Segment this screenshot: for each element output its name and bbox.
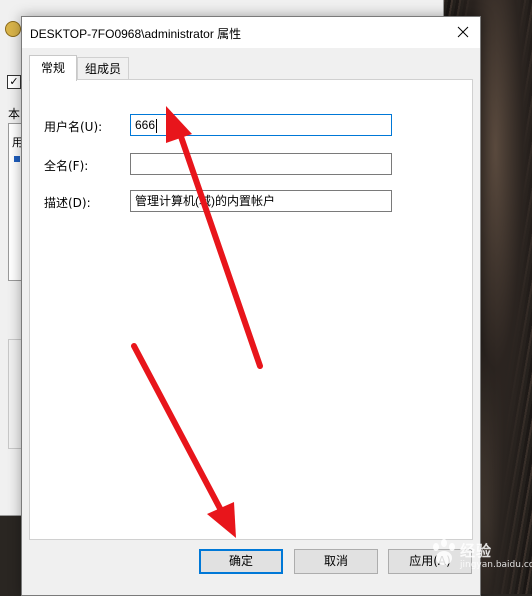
text-caret	[156, 118, 158, 133]
close-icon	[457, 26, 469, 38]
title-bar: DESKTOP-7FO0968\administrator 属性	[22, 17, 480, 48]
watermark: 经验 jingyan.baidu.com	[430, 538, 532, 578]
cancel-button[interactable]: 取消	[294, 549, 378, 574]
tab-general[interactable]: 常规	[29, 55, 77, 81]
parent-listbox[interactable]: 用	[8, 123, 23, 281]
parent-window-icon	[5, 21, 21, 37]
description-label: 描述(D):	[44, 196, 91, 210]
parent-partial-label: 本	[8, 107, 21, 121]
fullname-input[interactable]	[130, 153, 392, 175]
properties-dialog: DESKTOP-7FO0968\administrator 属性 常规 组成员 …	[21, 16, 481, 596]
tab-member-of[interactable]: 组成员	[77, 57, 129, 80]
description-input[interactable]: 管理计算机(域)的内置帐户	[130, 190, 392, 212]
general-panel: 用户名(U): 666 全名(F): 描述(D): 管理计算机(域)的内置帐户	[29, 79, 473, 540]
parent-groupbox	[8, 339, 21, 449]
username-input[interactable]: 666	[130, 114, 392, 136]
watermark-url: jingyan.baidu.com	[460, 560, 532, 570]
watermark-text: 经验	[460, 542, 493, 560]
close-button[interactable]	[446, 17, 480, 48]
description-value: 管理计算机(域)的内置帐户	[135, 194, 275, 208]
parent-list-item-icon	[14, 156, 20, 162]
parent-checkbox[interactable]: ✓	[7, 75, 21, 89]
username-label: 用户名(U):	[44, 120, 103, 134]
ok-button[interactable]: 确定	[199, 549, 283, 574]
dialog-title: DESKTOP-7FO0968\administrator 属性	[30, 27, 242, 41]
paw-logo-icon	[433, 539, 455, 565]
username-value: 666	[135, 118, 156, 132]
fullname-label: 全名(F):	[44, 159, 89, 173]
